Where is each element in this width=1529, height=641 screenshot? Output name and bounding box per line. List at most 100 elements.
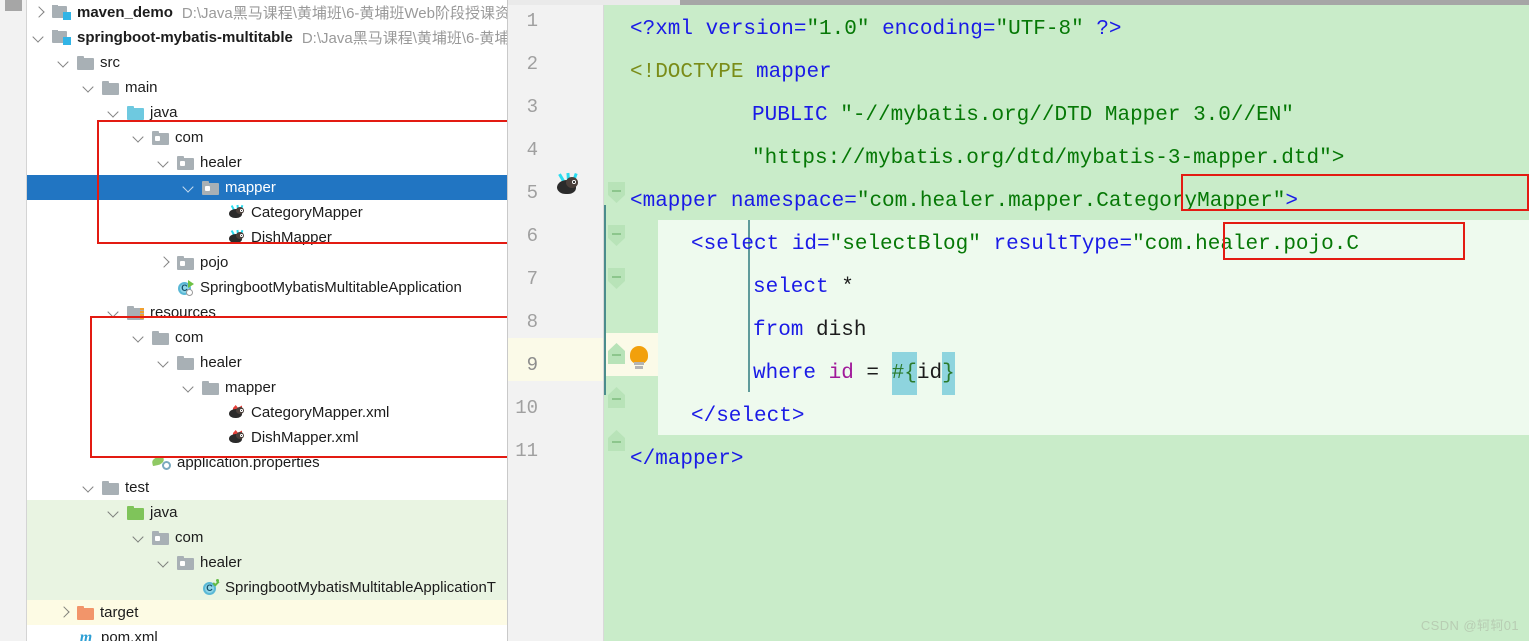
- project-tree-rows[interactable]: maven_demo D:\Java黑马课程\黄埔班\6-黄埔班Web阶段授课资料…: [27, 0, 507, 641]
- code-token: from: [753, 319, 804, 342]
- tree-row[interactable]: target: [27, 600, 507, 625]
- fold-marker-line-7[interactable]: [608, 268, 625, 289]
- folder-grey-icon: [77, 55, 94, 70]
- code-line-7[interactable]: select *: [630, 266, 854, 309]
- fold-marker-line-10[interactable]: [608, 387, 625, 408]
- chevron-down-icon[interactable]: [82, 81, 95, 94]
- code-line-11[interactable]: </mapper>: [630, 438, 743, 481]
- code-line-1[interactable]: <?xml version= "1.0" encoding= "UTF-8" ?>: [630, 8, 1122, 51]
- chevron-down-icon[interactable]: [107, 306, 120, 319]
- chevron-down-icon[interactable]: [182, 381, 195, 394]
- tree-row[interactable]: CategoryMapper.xml: [27, 400, 507, 425]
- tree-row-label: mapper: [225, 179, 276, 196]
- tree-row-label: src: [100, 54, 120, 71]
- chevron-down-icon[interactable]: [107, 506, 120, 519]
- mybatis-statement-icon[interactable]: [554, 172, 580, 197]
- tree-row-label: CategoryMapper: [251, 204, 363, 221]
- code-line-10[interactable]: </select>: [630, 395, 804, 438]
- tree-row[interactable]: test: [27, 475, 507, 500]
- chevron-down-icon[interactable]: [82, 481, 95, 494]
- chevron-down-icon[interactable]: [157, 556, 170, 569]
- chevron-down-icon[interactable]: [157, 356, 170, 369]
- code-line-8[interactable]: from dish: [630, 309, 866, 352]
- tree-row[interactable]: com: [27, 325, 507, 350]
- chevron-down-icon[interactable]: [107, 106, 120, 119]
- chevron-right-icon[interactable]: [32, 6, 45, 19]
- tree-row[interactable]: DishMapper.xml: [27, 425, 507, 450]
- code-line-5[interactable]: <mapper namespace= "com.healer.mapper.Cat…: [630, 180, 1298, 223]
- folder-package-icon: [177, 155, 194, 170]
- tree-row[interactable]: healer: [27, 150, 507, 175]
- line-number: 7: [526, 268, 538, 290]
- tree-row-label: pojo: [200, 254, 229, 271]
- tree-row-label: mapper: [225, 379, 276, 396]
- fold-marker-line-6[interactable]: [608, 225, 625, 246]
- tree-row[interactable]: C SpringbootMybatisMultitableApplicationT: [27, 575, 507, 600]
- code-token: where: [753, 362, 817, 385]
- tree-row[interactable]: DishMapper: [27, 225, 507, 250]
- chevron-right-icon[interactable]: [57, 606, 70, 619]
- chevron-down-icon[interactable]: [132, 331, 145, 344]
- folder-package-icon: [177, 555, 194, 570]
- tree-row[interactable]: springboot-mybatis-multitable D:\Java黑马课程…: [27, 25, 507, 50]
- tree-row[interactable]: com: [27, 525, 507, 550]
- chevron-down-icon[interactable]: [132, 131, 145, 144]
- tree-row[interactable]: main: [27, 75, 507, 100]
- code-token: "1.0": [806, 18, 870, 41]
- tree-row-label: com: [175, 129, 204, 146]
- code-line-4[interactable]: "https://mybatis.org/dtd/mybatis-3-mappe…: [630, 137, 1344, 180]
- code-token: version=: [705, 18, 807, 41]
- tree-row[interactable]: C SpringbootMybatisMultitableApplication: [27, 275, 507, 300]
- code-editor[interactable]: 1 2 3 4 5 6 7 8 9 10 11 <?xml version= "…: [508, 0, 1529, 641]
- properties-icon: [151, 455, 171, 470]
- folder-grey-icon: [152, 330, 169, 345]
- tree-row[interactable]: CategoryMapper: [27, 200, 507, 225]
- line-number: 8: [526, 311, 538, 333]
- chevron-down-icon[interactable]: [132, 531, 145, 544]
- chevron-down-icon[interactable]: [182, 181, 195, 194]
- code-line-2[interactable]: <!DOCTYPE mapper: [630, 51, 832, 94]
- tree-row[interactable]: mapper: [27, 175, 507, 200]
- tree-row[interactable]: pojo: [27, 250, 507, 275]
- tree-row[interactable]: src: [27, 50, 507, 75]
- tree-row[interactable]: java: [27, 100, 507, 125]
- editor-text-area[interactable]: <?xml version= "1.0" encoding= "UTF-8" ?> …: [604, 5, 1529, 641]
- module-icon: [52, 30, 71, 45]
- chevron-right-icon[interactable]: [157, 256, 170, 269]
- tree-row[interactable]: java: [27, 500, 507, 525]
- tree-row[interactable]: healer: [27, 350, 507, 375]
- chevron-down-icon[interactable]: [32, 31, 45, 44]
- tree-row[interactable]: maven_demo D:\Java黑马课程\黄埔班\6-黄埔班Web阶段授课资料: [27, 0, 507, 25]
- code-token-param-open: #{: [891, 352, 917, 395]
- code-line-6[interactable]: <select id= "selectBlog" resultType= "com.…: [630, 223, 1359, 266]
- code-folding-column[interactable]: [604, 5, 630, 641]
- fold-marker-line-5[interactable]: [608, 182, 625, 203]
- chevron-down-icon[interactable]: [57, 56, 70, 69]
- intention-bulb-icon[interactable]: [628, 346, 650, 370]
- code-line-9[interactable]: where id = #{id}: [630, 352, 955, 395]
- fold-marker-line-9[interactable]: [608, 343, 625, 364]
- mybatis-xml-icon: [227, 405, 245, 420]
- fold-marker-line-11[interactable]: [608, 430, 625, 451]
- code-line-3[interactable]: PUBLIC "-//mybatis.org//DTD Mapper 3.0//…: [630, 94, 1294, 137]
- tree-row[interactable]: healer: [27, 550, 507, 575]
- tree-row-label: resources: [150, 304, 216, 321]
- folder-grey-icon: [102, 480, 119, 495]
- tool-window-tab-icon[interactable]: [5, 0, 22, 11]
- tree-row[interactable]: mapper: [27, 375, 507, 400]
- folder-resources-icon: [127, 305, 144, 320]
- project-tool-window[interactable]: maven_demo D:\Java黑马课程\黄埔班\6-黄埔班Web阶段授课资料…: [0, 0, 508, 641]
- tree-row[interactable]: com: [27, 125, 507, 150]
- editor-gutter[interactable]: 1 2 3 4 5 6 7 8 9 10 11: [508, 5, 604, 641]
- folder-test-source-icon: [127, 505, 144, 520]
- tree-row[interactable]: m pom.xml: [27, 625, 507, 641]
- folder-source-icon: [127, 105, 144, 120]
- code-token: >: [1285, 190, 1298, 213]
- code-token: "-//mybatis.org//DTD Mapper 3.0//EN": [840, 104, 1294, 127]
- tree-row[interactable]: application.properties: [27, 450, 507, 475]
- folder-grey-icon: [177, 355, 194, 370]
- tree-row[interactable]: resources: [27, 300, 507, 325]
- chevron-down-icon[interactable]: [157, 156, 170, 169]
